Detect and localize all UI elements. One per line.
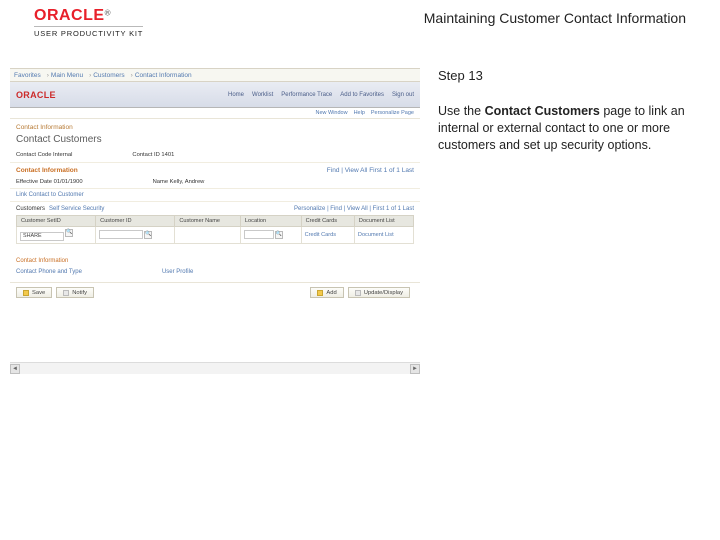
scroll-track[interactable] (20, 364, 410, 374)
app-header: ORACLE Home Worklist Performance Trace A… (10, 82, 420, 108)
document-title: Maintaining Customer Contact Information (424, 8, 686, 26)
crumb-1[interactable]: Main Menu (51, 72, 83, 79)
button-row: Save Notify Add Update/Display (10, 282, 420, 302)
field-effective-date: Effective Date 01/01/1900 (16, 179, 83, 185)
lookup-icon[interactable] (65, 229, 73, 237)
instruction-panel: Step 13 Use the Contact Customers page t… (420, 68, 700, 154)
crumb-3[interactable]: Contact Information (135, 72, 192, 79)
meta-row: Effective Date 01/01/1900 Name Kelly, An… (10, 177, 420, 188)
global-links: Home Worklist Performance Trace Add to F… (228, 92, 414, 98)
col-location[interactable]: Location (240, 216, 301, 227)
sub-links: Contact Information Contact Phone and Ty… (10, 248, 420, 282)
brand-tm: ® (105, 9, 111, 18)
col-customer-name[interactable]: Customer Name (175, 216, 241, 227)
input-setid[interactable]: SHARE (20, 232, 64, 241)
link-contact-to-customer[interactable]: Link Contact to Customer (10, 188, 420, 202)
info-row: Contact Code Internal Contact ID 1401 (10, 150, 420, 163)
grid-header-row: Customers Self Service Security Personal… (16, 206, 414, 212)
update-icon (355, 290, 361, 296)
link-worklist[interactable]: Worklist (252, 92, 273, 98)
save-button[interactable]: Save (16, 287, 52, 298)
link-perf-trace[interactable]: Performance Trace (281, 92, 332, 98)
notify-button[interactable]: Notify (56, 287, 94, 298)
brand-subtitle: USER PRODUCTIVITY KIT (34, 26, 143, 38)
grid-tools[interactable]: Personalize | Find | View All | First 1 … (294, 206, 414, 212)
field-name: Name Kelly, Andrew (153, 179, 205, 185)
app-screenshot: Favorites› Main Menu› Customers› Contact… (10, 68, 420, 374)
page-title: Contact Customers (16, 134, 102, 145)
link-add-fav[interactable]: Add to Favorites (340, 92, 384, 98)
scroll-left-icon[interactable]: ◄ (10, 364, 20, 374)
add-icon (317, 290, 323, 296)
field-contact-id: Contact ID 1401 (132, 152, 174, 158)
link-user-profile[interactable]: User Profile (162, 269, 193, 275)
link-document-list[interactable]: Document List (358, 232, 394, 238)
section-label: Contact Information (10, 119, 420, 134)
customers-grid: Customer SetID Customer ID Customer Name… (16, 215, 414, 244)
link-new-window[interactable]: New Window (315, 110, 347, 116)
input-customer-id[interactable] (99, 230, 143, 239)
crumb-2[interactable]: Customers (93, 72, 124, 79)
crumb-0[interactable]: Favorites (14, 72, 41, 79)
notify-icon (63, 290, 69, 296)
brand-name: ORACLE (34, 7, 105, 24)
contact-info-bar: Contact Information Find | View All Firs… (10, 163, 420, 177)
brand-block: ORACLE® USER PRODUCTIVITY KIT (34, 8, 143, 38)
app-logo: ORACLE (16, 90, 56, 100)
link-signout[interactable]: Sign out (392, 92, 414, 98)
page-tools: New Window Help Personalize Page (10, 108, 420, 119)
sublink-header: Contact Information (16, 258, 414, 264)
link-help[interactable]: Help (354, 110, 365, 116)
breadcrumb: Favorites› Main Menu› Customers› Contact… (10, 68, 420, 82)
field-contact-code: Contact Code Internal (16, 152, 72, 158)
table-row: SHARE Credit Cards Document List (17, 227, 414, 244)
step-title: Step 13 (438, 68, 700, 83)
input-location[interactable] (244, 230, 274, 239)
contact-info-label: Contact Information (16, 167, 78, 174)
grid-tab-security[interactable]: Self Service Security (49, 206, 104, 212)
grid-label: Customers (16, 206, 45, 212)
scroll-nav[interactable]: Find | View All First 1 of 1 Last (327, 167, 414, 174)
save-icon (23, 290, 29, 296)
col-document-list[interactable]: Document List (354, 216, 413, 227)
link-personalize[interactable]: Personalize Page (371, 110, 414, 116)
col-credit-cards[interactable]: Credit Cards (301, 216, 354, 227)
lookup-icon[interactable] (144, 231, 152, 239)
update-button[interactable]: Update/Display (348, 287, 410, 298)
link-credit-cards[interactable]: Credit Cards (305, 232, 336, 238)
link-contact-phone[interactable]: Contact Phone and Type (16, 269, 82, 275)
add-button[interactable]: Add (310, 287, 343, 298)
col-customer-id[interactable]: Customer ID (96, 216, 175, 227)
step-body-bold: Contact Customers (485, 104, 600, 118)
lookup-icon[interactable] (275, 231, 283, 239)
step-body-pre: Use the (438, 104, 485, 118)
link-home[interactable]: Home (228, 92, 244, 98)
col-setid[interactable]: Customer SetID (17, 216, 96, 227)
horizontal-scrollbar[interactable]: ◄ ► (10, 362, 420, 374)
scroll-right-icon[interactable]: ► (410, 364, 420, 374)
step-body: Use the Contact Customers page to link a… (438, 103, 700, 154)
